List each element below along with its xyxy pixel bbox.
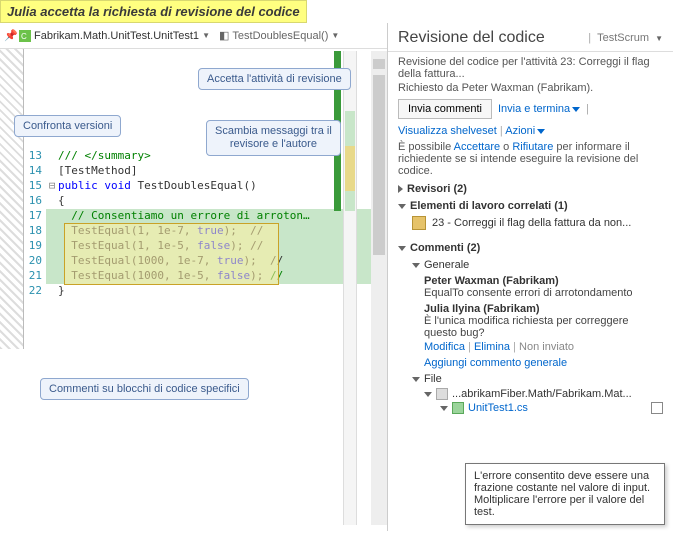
send-and-close-link[interactable]: Invia e termina	[498, 103, 580, 115]
triangle-icon	[398, 246, 406, 251]
overview-ruler[interactable]	[343, 51, 357, 525]
reject-link[interactable]: Rifiutare	[512, 141, 553, 153]
diff-gutter	[0, 49, 24, 349]
reviewers-section[interactable]: Revisori (2)	[398, 183, 663, 195]
code-line: }	[58, 284, 387, 299]
panel-title: Revisione del codice	[398, 29, 545, 47]
file-checkbox[interactable]	[651, 402, 663, 414]
chevron-down-icon	[572, 107, 580, 112]
general-comments-section[interactable]: Generale	[412, 259, 663, 271]
section-label: Elementi di lavoro correlati (1)	[410, 200, 568, 212]
file-tab-label: Fabrikam.Math.UnitTest.UnitTest1	[34, 30, 199, 42]
file-label[interactable]: UnitTest1.cs	[468, 402, 528, 414]
scrollbar-thumb[interactable]	[373, 75, 385, 255]
project-icon	[436, 388, 448, 400]
file-section[interactable]: File	[412, 373, 663, 385]
review-description: Revisione del codice per l'attività 23: …	[398, 56, 663, 80]
member-selector-label: TestDoublesEqual()	[232, 30, 328, 42]
pin-icon[interactable]: 📌	[4, 29, 16, 42]
chevron-down-icon	[537, 129, 545, 134]
section-label: Generale	[424, 259, 469, 271]
callout-blocks: Commenti su blocchi di codice specifici	[40, 378, 249, 400]
section-label: File	[424, 373, 442, 385]
comment-author: Julia Ilyina (Fabrikam)	[424, 303, 663, 315]
triangle-icon	[424, 392, 432, 397]
add-general-comment-link[interactable]: Aggiungi commento generale	[424, 357, 663, 369]
callout-compare: Confronta versioni	[14, 115, 121, 137]
file-label: ...abrikamFiber.Math/Fabrikam.Mat...	[452, 388, 632, 400]
editor-tabbar: 📌 C Fabrikam.Math.UnitTest.UnitTest1 ▼ ◧…	[0, 23, 387, 49]
unsent-label: Non inviato	[519, 341, 574, 353]
comment-author: Peter Waxman (Fabrikam)	[424, 275, 663, 287]
vertical-scrollbar[interactable]	[371, 51, 387, 525]
method-icon: ◧	[219, 29, 229, 42]
workitem-icon	[412, 216, 426, 230]
triangle-icon	[398, 185, 403, 193]
file-tab[interactable]: C Fabrikam.Math.UnitTest.UnitTest1 ▼	[19, 30, 210, 42]
chevron-down-icon[interactable]: ▼	[331, 31, 339, 40]
member-selector[interactable]: ◧ TestDoublesEqual() ▼	[219, 29, 339, 42]
code-review-panel: Revisione del codice | TestScrum ▼ Revis…	[388, 23, 673, 531]
accept-reject-info: È possibile Accettare o Rifiutare per in…	[398, 141, 663, 177]
svg-text:C: C	[21, 32, 27, 41]
file-cs-row[interactable]: UnitTest1.cs	[440, 401, 663, 415]
work-item-label: 23 - Correggi il flag della fattura da n…	[432, 217, 631, 229]
page-banner: Julia accetta la richiesta di revisione …	[0, 0, 307, 23]
comment-text: È l'unica modifica richiesta per corregg…	[424, 315, 663, 339]
delete-comment-link[interactable]: Elimina	[474, 341, 510, 353]
scroll-split-icon[interactable]	[373, 59, 385, 69]
comment-highlight[interactable]	[64, 223, 279, 285]
triangle-icon	[440, 406, 448, 411]
csharp-file-icon	[452, 402, 464, 414]
triangle-icon	[412, 263, 420, 268]
actions-menu[interactable]: Azioni	[505, 125, 545, 137]
edit-comment-link[interactable]: Modifica	[424, 341, 465, 353]
review-requester: Richiesto da Peter Waxman (Fabrikam).	[398, 82, 663, 94]
send-comments-button[interactable]: Invia commenti	[398, 99, 492, 119]
section-label: Commenti (2)	[410, 242, 480, 254]
work-item[interactable]: 23 - Correggi il flag della fattura da n…	[412, 214, 663, 232]
csharp-file-icon: C	[19, 30, 31, 42]
triangle-icon	[398, 204, 406, 209]
chevron-down-icon[interactable]: ▼	[202, 31, 210, 40]
code-line: // Consentiamo un errore di arroton…	[58, 209, 387, 224]
callout-exchange: Scambia messaggi tra ilrevisore e l'auto…	[206, 120, 341, 156]
comment-tooltip: L'errore consentito deve essere una fraz…	[465, 463, 665, 525]
comments-section[interactable]: Commenti (2)	[398, 242, 663, 254]
section-label: Revisori (2)	[407, 183, 467, 195]
file-project-row[interactable]: ...abrikamFiber.Math/Fabrikam.Mat...	[424, 387, 663, 401]
editor-pane: 📌 C Fabrikam.Math.UnitTest.UnitTest1 ▼ ◧…	[0, 23, 388, 531]
code-editor[interactable]: 13/// </summary> 14[TestMethod] 15⊟publi…	[24, 49, 387, 349]
comment-text: EqualTo consente errori di arrotondament…	[424, 287, 663, 299]
chevron-down-icon[interactable]: ▼	[655, 34, 663, 43]
team-name: TestScrum	[597, 32, 649, 44]
triangle-icon	[412, 377, 420, 382]
view-shelveset-link[interactable]: Visualizza shelveset	[398, 125, 497, 137]
callout-accept: Accetta l'attività di revisione	[198, 68, 351, 90]
accept-link[interactable]: Accettare	[454, 141, 500, 153]
related-workitems-section[interactable]: Elementi di lavoro correlati (1)	[398, 200, 663, 212]
